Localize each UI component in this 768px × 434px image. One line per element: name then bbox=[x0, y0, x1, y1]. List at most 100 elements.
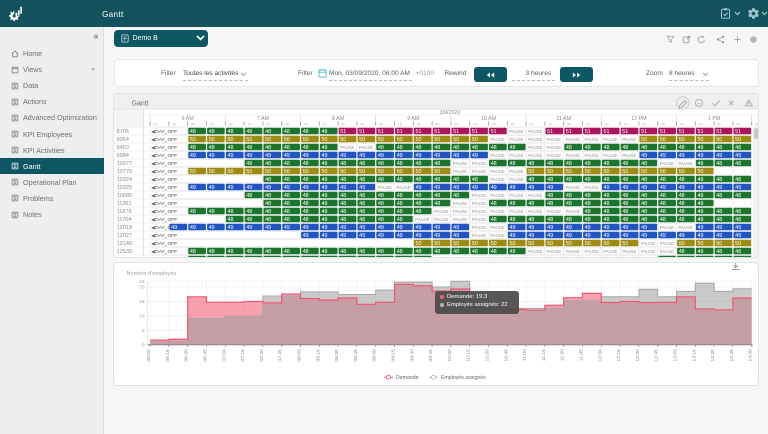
svg-text:7 AM: 7 AM bbox=[257, 116, 269, 122]
svg-text:48: 48 bbox=[265, 177, 271, 183]
svg-text:45: 45 bbox=[360, 123, 364, 127]
svg-text:50: 50 bbox=[566, 241, 572, 247]
svg-text:13:30: 13:30 bbox=[710, 349, 716, 362]
svg-text:48: 48 bbox=[284, 161, 290, 167]
svg-text:49: 49 bbox=[416, 153, 422, 159]
svg-text:48: 48 bbox=[641, 209, 647, 215]
svg-text:09:30: 09:30 bbox=[409, 349, 415, 362]
svg-text:PAUSE: PAUSE bbox=[472, 225, 486, 230]
svg-text:49: 49 bbox=[453, 233, 459, 239]
svg-text:48: 48 bbox=[528, 201, 534, 207]
svg-text:48: 48 bbox=[679, 145, 685, 151]
svg-text:48: 48 bbox=[378, 201, 384, 207]
svg-text:09:00: 09:00 bbox=[372, 349, 378, 362]
svg-text:DAY_OFF: DAY_OFF bbox=[155, 193, 177, 199]
svg-text:49: 49 bbox=[679, 233, 685, 239]
svg-text:09:45: 09:45 bbox=[428, 349, 434, 362]
svg-text:48: 48 bbox=[491, 217, 497, 223]
svg-text:Gantt: Gantt bbox=[132, 101, 149, 108]
svg-text:48: 48 bbox=[322, 145, 328, 151]
svg-text:13:15: 13:15 bbox=[691, 349, 697, 362]
svg-text:Demande: Demande bbox=[396, 375, 419, 381]
svg-text:DAY_OFF: DAY_OFF bbox=[155, 241, 177, 247]
svg-text:PAUSE: PAUSE bbox=[566, 137, 580, 142]
svg-text:48: 48 bbox=[209, 249, 215, 255]
svg-text:48: 48 bbox=[340, 177, 346, 183]
svg-text:50: 50 bbox=[284, 137, 290, 143]
svg-text:49: 49 bbox=[378, 233, 384, 239]
svg-text:50: 50 bbox=[660, 137, 666, 143]
svg-text:49: 49 bbox=[698, 233, 704, 239]
svg-text:49: 49 bbox=[303, 153, 309, 159]
svg-text:DAY_OFF: DAY_OFF bbox=[155, 185, 177, 191]
svg-text:49: 49 bbox=[547, 233, 553, 239]
svg-text:48: 48 bbox=[547, 177, 553, 183]
svg-text:50: 50 bbox=[397, 169, 403, 175]
svg-text:13:00: 13:00 bbox=[673, 349, 679, 362]
svg-text:48: 48 bbox=[246, 145, 252, 151]
svg-text:48: 48 bbox=[716, 177, 722, 183]
svg-text:DAY_OFF: DAY_OFF bbox=[155, 233, 177, 239]
svg-text:48: 48 bbox=[641, 193, 647, 199]
svg-text:PAUSE: PAUSE bbox=[547, 249, 561, 254]
svg-text:49: 49 bbox=[585, 233, 591, 239]
svg-text:50: 50 bbox=[679, 241, 685, 247]
svg-text:49: 49 bbox=[434, 153, 440, 159]
svg-text:00: 00 bbox=[153, 123, 157, 127]
svg-text:48: 48 bbox=[322, 249, 328, 255]
svg-text:00: 00 bbox=[304, 123, 308, 127]
svg-text:08:45: 08:45 bbox=[353, 349, 359, 362]
svg-text:51: 51 bbox=[397, 129, 403, 135]
svg-text:50: 50 bbox=[735, 241, 741, 247]
svg-text:30: 30 bbox=[266, 123, 270, 127]
svg-text:49: 49 bbox=[303, 225, 309, 231]
svg-text:PAUSE: PAUSE bbox=[528, 209, 542, 214]
svg-text:48: 48 bbox=[547, 217, 553, 223]
svg-text:48: 48 bbox=[510, 249, 516, 255]
svg-text:48: 48 bbox=[303, 177, 309, 183]
svg-text:PAUSE: PAUSE bbox=[585, 257, 599, 258]
svg-text:48: 48 bbox=[434, 177, 440, 183]
svg-text:PAUSE: PAUSE bbox=[679, 161, 693, 166]
svg-text:49: 49 bbox=[190, 185, 196, 191]
svg-text:PAUSE: PAUSE bbox=[528, 137, 542, 142]
svg-text:48: 48 bbox=[340, 249, 346, 255]
svg-text:PAUSE: PAUSE bbox=[453, 209, 467, 214]
svg-text:48: 48 bbox=[660, 145, 666, 151]
svg-text:49: 49 bbox=[303, 233, 309, 239]
svg-text:48: 48 bbox=[303, 249, 309, 255]
svg-text:48: 48 bbox=[228, 129, 234, 135]
svg-text:12:15: 12:15 bbox=[616, 349, 622, 362]
svg-text:PAUSE: PAUSE bbox=[641, 241, 655, 246]
svg-text:49: 49 bbox=[453, 185, 459, 191]
svg-text:48: 48 bbox=[585, 177, 591, 183]
svg-text:48: 48 bbox=[265, 129, 271, 135]
svg-text:48: 48 bbox=[679, 217, 685, 223]
svg-text:49: 49 bbox=[604, 185, 610, 191]
svg-text:48: 48 bbox=[340, 193, 346, 199]
svg-text:DAY_OFF: DAY_OFF bbox=[155, 161, 177, 167]
svg-text:49: 49 bbox=[359, 233, 365, 239]
svg-text:48: 48 bbox=[265, 217, 271, 223]
svg-text:49: 49 bbox=[190, 225, 196, 231]
svg-text:48: 48 bbox=[303, 201, 309, 207]
svg-text:30: 30 bbox=[191, 123, 195, 127]
svg-text:49: 49 bbox=[528, 225, 534, 231]
svg-text:50: 50 bbox=[340, 169, 346, 175]
svg-text:PAUSE: PAUSE bbox=[453, 217, 467, 222]
svg-text:48: 48 bbox=[716, 145, 722, 151]
svg-text:45: 45 bbox=[210, 123, 214, 127]
svg-text:48: 48 bbox=[716, 209, 722, 215]
svg-text:49: 49 bbox=[472, 185, 478, 191]
svg-text:49: 49 bbox=[265, 185, 271, 191]
svg-text:Employés assignés: Employés assignés bbox=[441, 375, 486, 381]
svg-text:49: 49 bbox=[416, 233, 422, 239]
svg-text:48: 48 bbox=[566, 217, 572, 223]
svg-text:50: 50 bbox=[528, 169, 534, 175]
svg-text:48: 48 bbox=[528, 161, 534, 167]
svg-text:10:45: 10:45 bbox=[503, 349, 509, 362]
svg-text:07:45: 07:45 bbox=[278, 349, 284, 362]
svg-text:48: 48 bbox=[585, 161, 591, 167]
svg-text:45: 45 bbox=[511, 123, 515, 127]
svg-text:48: 48 bbox=[660, 209, 666, 215]
